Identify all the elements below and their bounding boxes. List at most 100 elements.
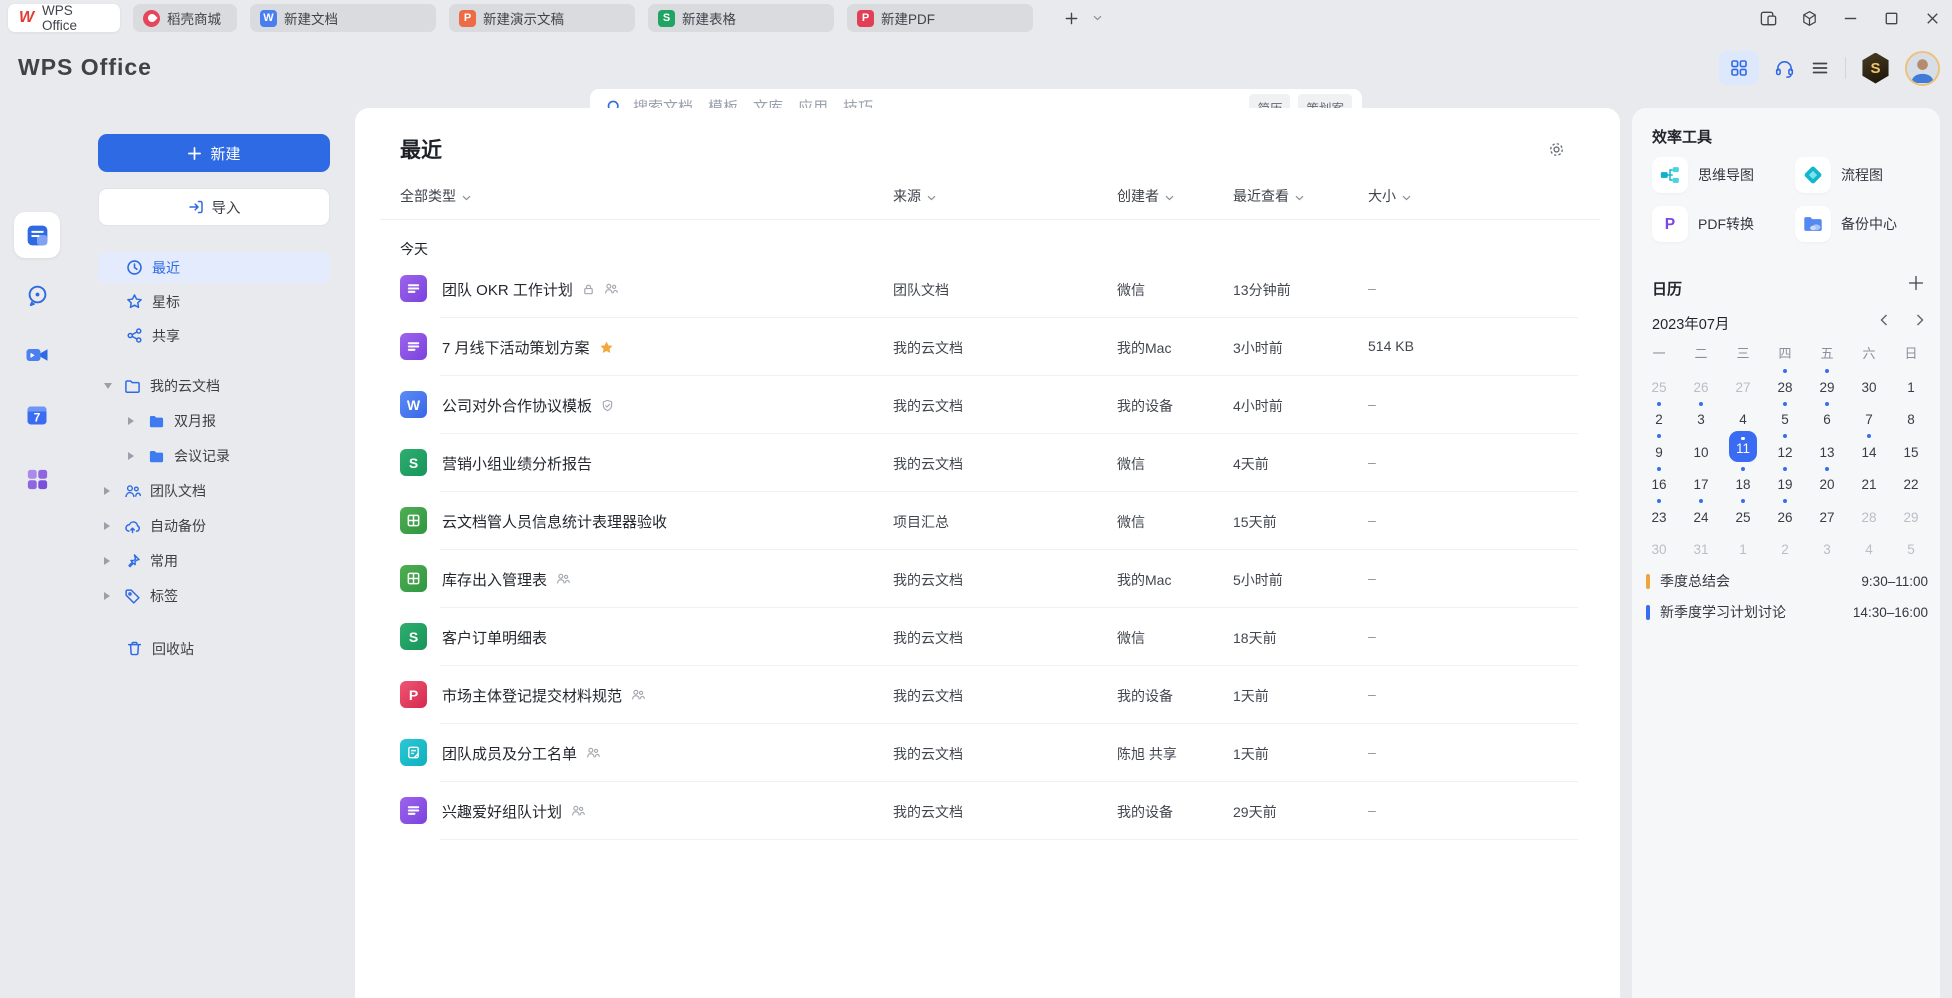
apps-launcher-icon[interactable] [22,464,52,494]
file-row[interactable]: 7 月线下活动策划方案我的云文档我的Mac3小时前514 KB [355,318,1620,376]
calendar-day[interactable]: 29 [1806,366,1848,399]
calendar-day[interactable]: 27 [1806,496,1848,529]
calendar-day[interactable]: 2 [1638,399,1680,432]
calendar-day[interactable]: 4 [1722,399,1764,432]
calendar-event[interactable]: 季度总结会9:30–11:00 [1646,570,1928,592]
calendar-day[interactable]: 3 [1806,529,1848,562]
headset-icon[interactable] [1774,58,1795,79]
window-tab[interactable]: S新建表格 [648,4,834,32]
calendar-day[interactable]: 27 [1722,366,1764,399]
calendar-day[interactable]: 20 [1806,464,1848,497]
sidebar-tree-item[interactable]: 团队文档 [98,476,330,506]
calendar-day[interactable]: 15 [1890,431,1932,464]
calendar-day[interactable]: 6 [1806,399,1848,432]
sidebar-item-star[interactable]: 星标 [98,286,330,317]
calendar-day[interactable]: 29 [1890,496,1932,529]
filter-creator[interactable]: 创建者 [1117,186,1174,206]
import-button[interactable]: 导入 [98,188,330,226]
tree-expander[interactable] [128,417,138,425]
sidebar-item-trash[interactable]: 回收站 [98,633,330,664]
calendar-day[interactable]: 7 [1848,399,1890,432]
filter-last-viewed[interactable]: 最近查看 [1233,186,1304,206]
calendar-day[interactable]: 26 [1680,366,1722,399]
filter-all-types[interactable]: 全部类型 [400,186,471,206]
calendar-event[interactable]: 新季度学习计划讨论14:30–16:00 [1646,601,1928,623]
tool-flowchart[interactable]: 流程图 [1795,157,1883,193]
tool-backup-center[interactable]: 备份中心 [1795,206,1897,242]
calendar-day[interactable]: 19 [1764,464,1806,497]
file-row[interactable]: 库存出入管理表我的云文档我的Mac5小时前– [355,550,1620,608]
calendar-day[interactable]: 28 [1764,366,1806,399]
file-row[interactable]: S客户订单明细表我的云文档微信18天前– [355,608,1620,666]
calendar-day[interactable]: 31 [1680,529,1722,562]
tree-expander[interactable] [104,592,114,600]
file-row[interactable]: P市场主体登记提交材料规范我的云文档我的设备1天前– [355,666,1620,724]
file-row[interactable]: 兴趣爱好组队计划我的云文档我的设备29天前– [355,782,1620,840]
tree-expander[interactable] [104,383,114,389]
workspace-cube-icon[interactable] [1800,9,1819,28]
sidebar-tree-item[interactable]: 双月报 [98,406,330,436]
file-row[interactable]: S营销小组业绩分析报告我的云文档微信4天前– [355,434,1620,492]
calendar-day[interactable]: 23 [1638,496,1680,529]
sidebar-tree-item[interactable]: 会议记录 [98,441,330,471]
window-tab[interactable]: WWPS Office [8,4,120,32]
maximize-icon[interactable] [1882,9,1901,28]
calendar-day[interactable]: 4 [1848,529,1890,562]
sidebar-tree-item[interactable]: 我的云文档 [98,371,330,401]
calendar-prev-button[interactable] [1880,314,1888,329]
window-tab[interactable]: 稻壳商城 [133,4,237,32]
tool-pdf-convert[interactable]: PPDF转换 [1652,206,1754,242]
user-avatar[interactable] [1905,51,1940,86]
close-icon[interactable] [1923,9,1942,28]
calendar-day[interactable]: 1 [1890,366,1932,399]
calendar-day[interactable]: 17 [1680,464,1722,497]
chat-icon[interactable] [22,280,52,310]
calendar-day[interactable]: 8 [1890,399,1932,432]
calendar-day[interactable]: 21 [1848,464,1890,497]
tree-expander[interactable] [104,487,114,495]
tree-expander[interactable] [104,557,114,565]
new-tab-button[interactable] [1064,11,1079,26]
calendar-day[interactable]: 18 [1722,464,1764,497]
list-settings-button[interactable] [1548,141,1565,161]
calendar-day[interactable]: 1 [1722,529,1764,562]
calendar-day[interactable]: 5 [1764,399,1806,432]
calendar-day[interactable]: 22 [1890,464,1932,497]
filter-size[interactable]: 大小 [1368,186,1411,206]
calendar-day[interactable]: 25 [1722,496,1764,529]
sidebar-tree-item[interactable]: 常用 [98,546,330,576]
calendar-day[interactable]: 26 [1764,496,1806,529]
sidebar-tree-item[interactable]: 标签 [98,581,330,611]
calendar-day[interactable]: 13 [1806,431,1848,464]
tool-mindmap[interactable]: 思维导图 [1652,157,1754,193]
calendar-day[interactable]: 9 [1638,431,1680,464]
calendar-day[interactable]: 28 [1848,496,1890,529]
calendar-day[interactable]: 14 [1848,431,1890,464]
file-row[interactable]: W公司对外合作协议模板我的云文档我的设备4小时前– [355,376,1620,434]
calendar-day[interactable]: 30 [1638,529,1680,562]
calendar-day[interactable]: 10 [1680,431,1722,464]
file-row[interactable]: 云文档管人员信息统计表理器验收项目汇总微信15天前– [355,492,1620,550]
calendar-day[interactable]: 25 [1638,366,1680,399]
new-document-button[interactable]: 新建 [98,134,330,172]
video-meeting-icon[interactable] [22,340,52,370]
file-row[interactable]: 团队成员及分工名单我的云文档陈旭 共享1天前– [355,724,1620,782]
tree-expander[interactable] [128,452,138,460]
calendar-day[interactable]: 24 [1680,496,1722,529]
calendar-day[interactable]: 5 [1890,529,1932,562]
calendar-next-button[interactable] [1916,314,1924,329]
minimize-icon[interactable] [1841,9,1860,28]
add-event-button[interactable] [1908,275,1924,294]
calendar-day[interactable]: 30 [1848,366,1890,399]
filter-source[interactable]: 来源 [893,186,936,206]
sidebar-item-clock[interactable]: 最近 [98,252,330,283]
calendar-7-icon[interactable]: 7 [22,400,52,430]
tablet-mode-icon[interactable] [1759,9,1778,28]
calendar-day[interactable]: 3 [1680,399,1722,432]
window-tab[interactable]: P新建演示文稿 [449,4,635,32]
calendar-day-selected[interactable]: 11 [1722,431,1764,464]
window-tab[interactable]: P新建PDF [847,4,1033,32]
calendar-day[interactable]: 2 [1764,529,1806,562]
tab-list-dropdown-button[interactable] [1093,15,1102,21]
sidebar-item-share[interactable]: 共享 [98,320,330,351]
